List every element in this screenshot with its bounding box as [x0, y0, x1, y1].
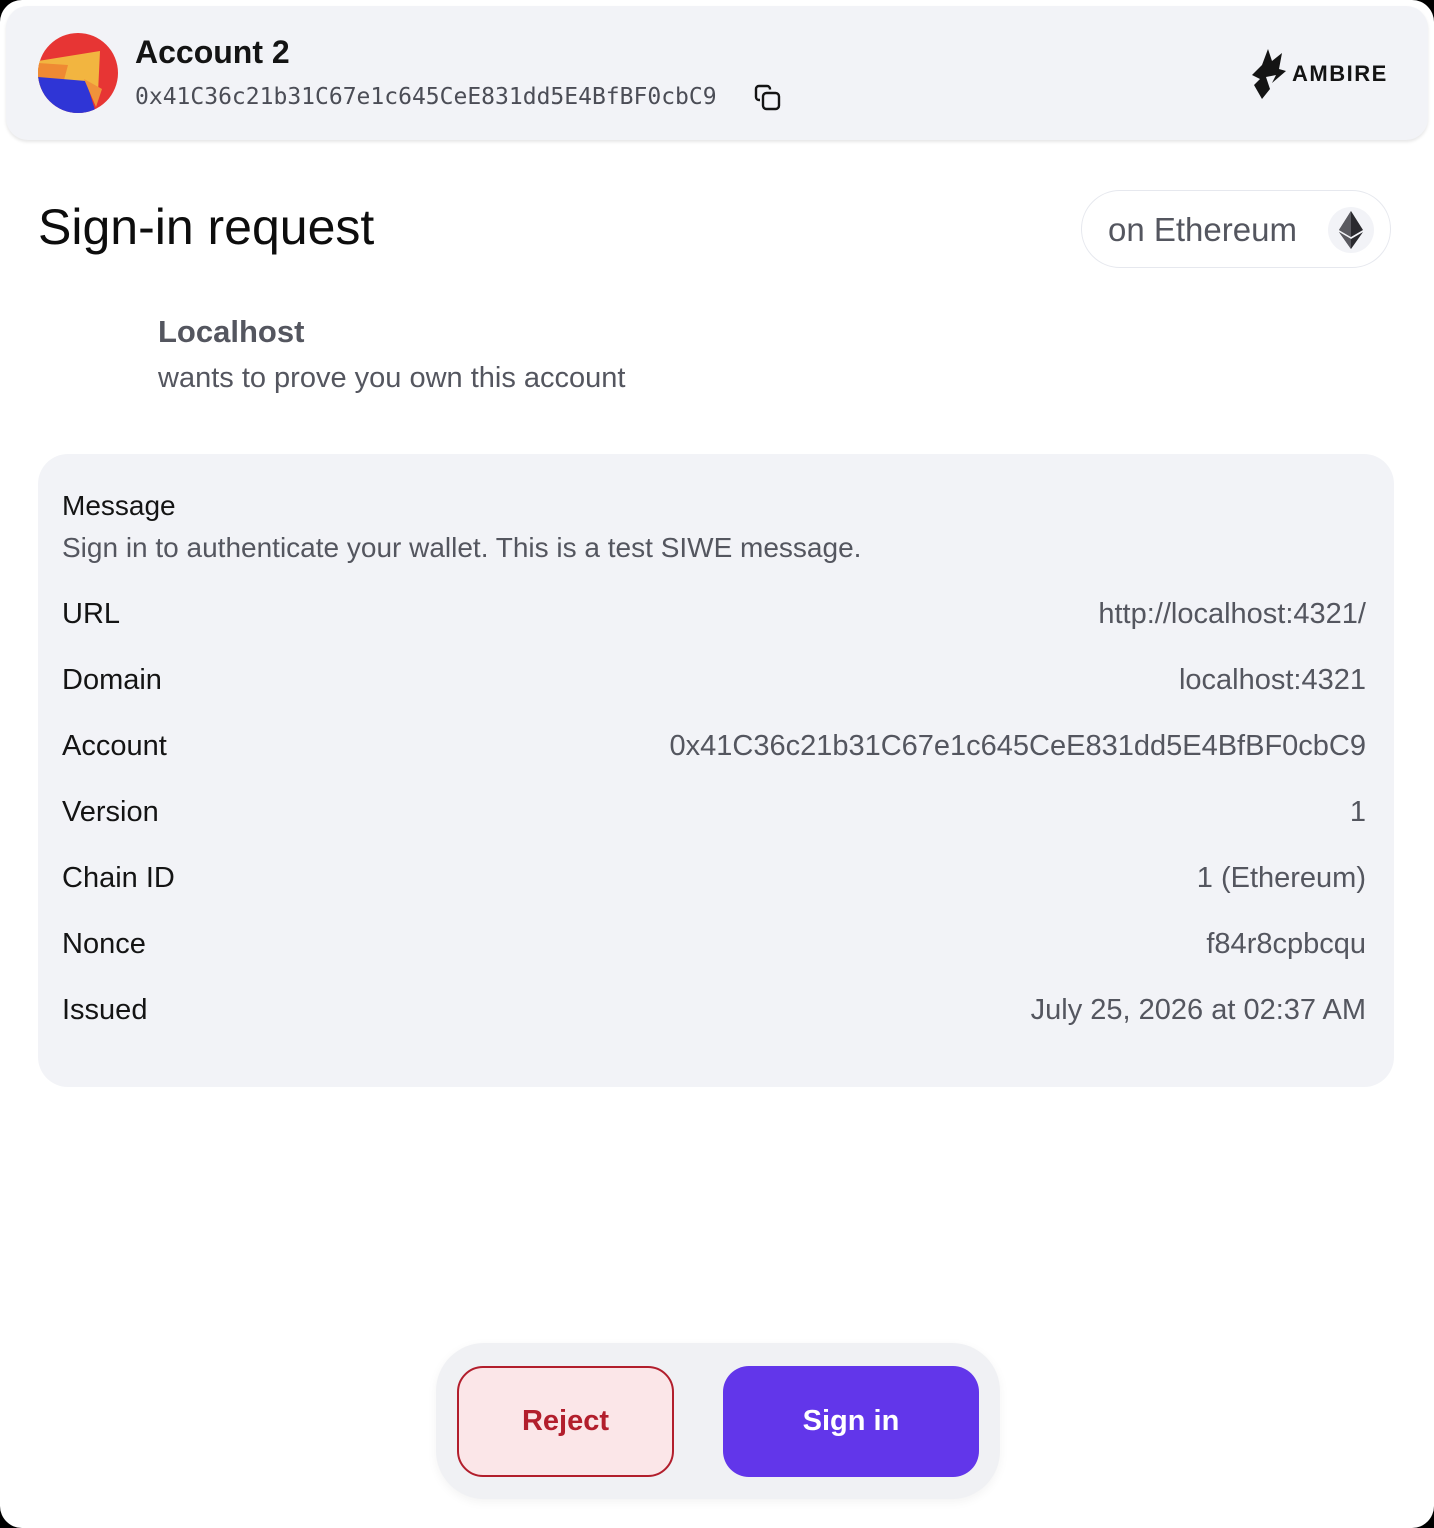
network-badge: on Ethereum — [1081, 190, 1391, 268]
detail-label: Issued — [62, 994, 148, 1026]
detail-row-url: URL http://localhost:4321/ — [62, 598, 1366, 634]
detail-label: Domain — [62, 664, 162, 696]
page-title: Sign-in request — [38, 199, 375, 255]
sign-in-request-window: Account 2 0x41C36c21b31C67e1c645CeE831dd… — [0, 0, 1434, 1528]
detail-value: f84r8cpbcqu — [1206, 928, 1366, 960]
detail-row-version: Version 1 — [62, 796, 1366, 832]
account-name: Account 2 — [135, 34, 290, 70]
origin-description: wants to prove you own this account — [158, 362, 626, 394]
action-bar: Reject Sign in — [436, 1343, 1000, 1499]
detail-label: Chain ID — [62, 862, 175, 894]
brand-name: AMBIRE — [1292, 61, 1388, 86]
detail-value: 0x41C36c21b31C67e1c645CeE831dd5E4BfBF0cb… — [669, 730, 1366, 762]
account-avatar — [38, 33, 118, 113]
message-card: Message Sign in to authenticate your wal… — [38, 454, 1394, 1087]
message-body: Sign in to authenticate your wallet. Thi… — [62, 532, 862, 563]
account-address: 0x41C36c21b31C67e1c645CeE831dd5E4BfBF0cb… — [135, 84, 717, 110]
sign-in-button[interactable]: Sign in — [723, 1366, 979, 1477]
detail-value: July 25, 2026 at 02:37 AM — [1030, 994, 1366, 1026]
detail-value: 1 (Ethereum) — [1196, 862, 1366, 894]
detail-value: 1 — [1349, 796, 1366, 828]
ethereum-icon — [1328, 207, 1374, 253]
ambire-logo: AMBIRE — [1252, 48, 1388, 100]
detail-value: http://localhost:4321/ — [1098, 598, 1366, 630]
detail-value: localhost:4321 — [1178, 664, 1366, 696]
account-header: Account 2 0x41C36c21b31C67e1c645CeE831dd… — [6, 6, 1428, 140]
detail-label: Nonce — [62, 928, 146, 960]
detail-label: Account — [62, 730, 167, 762]
detail-label: URL — [62, 598, 121, 630]
reject-button[interactable]: Reject — [457, 1366, 674, 1477]
detail-row-domain: Domain localhost:4321 — [62, 664, 1366, 700]
detail-row-nonce: Nonce f84r8cpbcqu — [62, 928, 1366, 964]
detail-row-chain-id: Chain ID 1 (Ethereum) — [62, 862, 1366, 898]
detail-label: Version — [62, 796, 159, 828]
copy-icon[interactable] — [751, 82, 783, 114]
network-label: on Ethereum — [1108, 211, 1297, 248]
detail-row-account: Account 0x41C36c21b31C67e1c645CeE831dd5E… — [62, 730, 1366, 766]
detail-row-issued: Issued July 25, 2026 at 02:37 AM — [62, 994, 1366, 1030]
ambire-logo-icon — [1252, 49, 1286, 99]
message-title: Message — [62, 490, 176, 521]
origin-name: Localhost — [158, 314, 305, 349]
